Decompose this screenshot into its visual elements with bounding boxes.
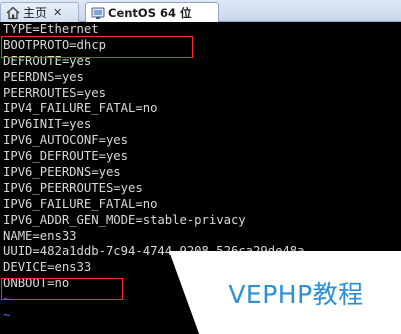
terminal-line: IPV6_PEERDNS=yes bbox=[3, 165, 121, 180]
tab-home-label: 主页 bbox=[23, 6, 48, 20]
terminal-line: IPV6_AUTOCONF=yes bbox=[3, 133, 129, 148]
watermark-text: VEPHP教程 bbox=[228, 279, 364, 309]
terminal-line: PEERROUTES=yes bbox=[3, 85, 106, 100]
home-icon bbox=[5, 5, 20, 20]
terminal-line: NAME=ens33 bbox=[3, 228, 77, 243]
onboot-highlight-box bbox=[1, 278, 123, 300]
terminal-line: IPV6INIT=yes bbox=[3, 117, 92, 132]
tab-bar: 主页 ✕ CentOS 64 位 bbox=[0, 0, 401, 22]
tab-centos-label: CentOS 64 位 bbox=[108, 5, 192, 20]
bootproto-highlight-box bbox=[1, 36, 193, 58]
close-icon[interactable]: ✕ bbox=[53, 6, 62, 19]
terminal-line: IPV6_ADDR_GEN_MODE=stable-privacy bbox=[3, 212, 246, 227]
vm-icon bbox=[90, 5, 105, 20]
terminal-line: IPV6_FAILURE_FATAL=no bbox=[3, 196, 158, 211]
tab-centos[interactable]: CentOS 64 位 bbox=[85, 2, 219, 22]
terminal-line: IPV4_FAILURE_FATAL=no bbox=[3, 101, 158, 116]
watermark: VEPHP教程 bbox=[169, 251, 401, 334]
terminal-line: IPV6_DEFROUTE=yes bbox=[3, 149, 129, 164]
terminal-line: PEERDNS=yes bbox=[3, 69, 84, 84]
terminal-line: IPV6_PEERROUTES=yes bbox=[3, 180, 143, 195]
tab-home[interactable]: 主页 ✕ bbox=[0, 2, 79, 22]
